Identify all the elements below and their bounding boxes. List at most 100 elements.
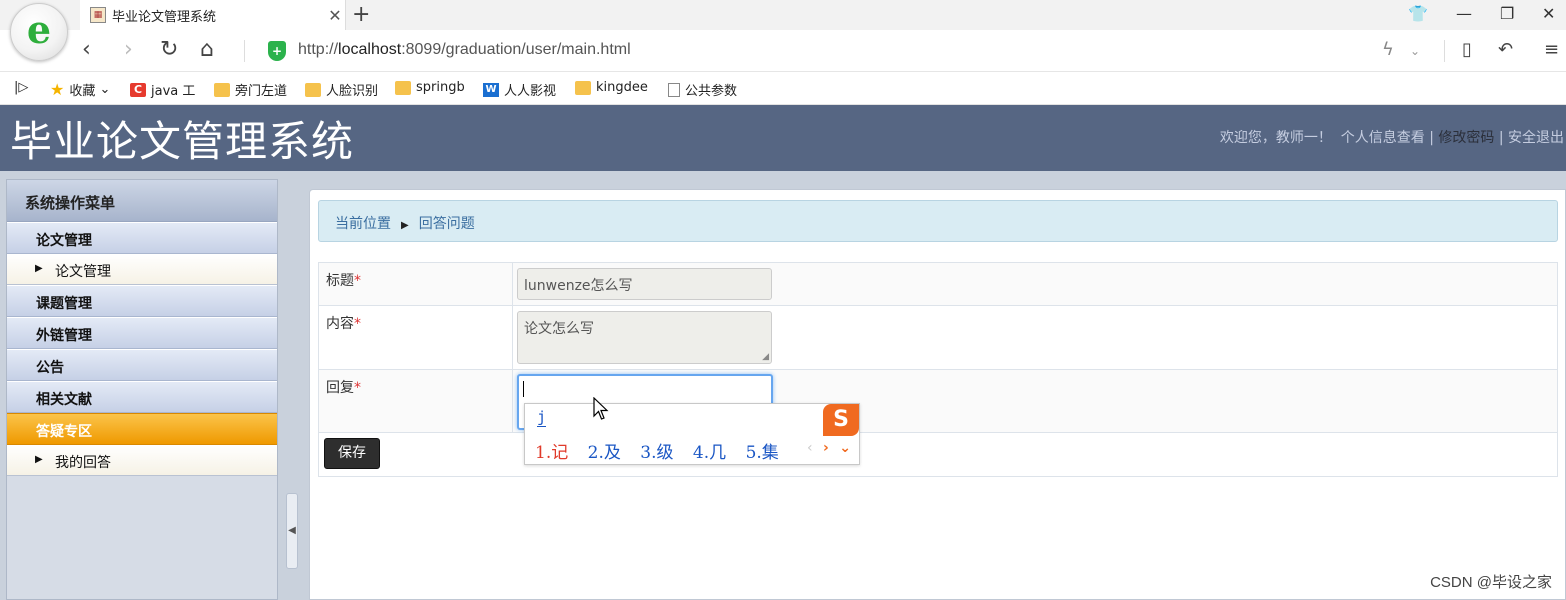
address-bar[interactable]: http://localhost:8099/graduation/user/ma… <box>298 41 631 59</box>
bookmark-renren[interactable]: W 人人影视 <box>483 80 556 99</box>
bookmark-java[interactable]: Cjava 工 <box>130 80 195 99</box>
browser-logo[interactable]: e <box>10 3 68 61</box>
caret-right-icon: ▶ <box>35 454 43 465</box>
save-button[interactable]: 保存 <box>324 438 380 469</box>
title-input[interactable]: lunwenze怎么写 <box>517 268 772 300</box>
sidebar: 系统操作菜单 论文管理 ▶ 论文管理 课题管理 外链管理 公告 相关文献 答疑专区… <box>6 179 278 600</box>
sidebar-group-literature[interactable]: 相关文献 <box>7 381 277 413</box>
link-separator: | <box>1429 130 1434 146</box>
content-text: 论文怎么写 <box>524 321 594 337</box>
ime-next-icon[interactable]: › <box>823 440 829 456</box>
title-label: 标题 <box>326 273 354 289</box>
menu-icon[interactable]: ≡ <box>1544 39 1559 60</box>
bookmark-label: 人脸识别 <box>326 84 379 99</box>
sidebar-group-qa[interactable]: 答疑专区 <box>7 413 277 445</box>
window-close-icon[interactable]: ✕ <box>1542 4 1555 23</box>
folder-icon <box>214 82 230 97</box>
bookmark-label: 旁门左道 <box>235 84 288 99</box>
content-label-cell: 内容* <box>318 305 513 370</box>
logout-link[interactable]: 安全退出 <box>1508 130 1564 146</box>
browser-tab[interactable]: ▦ 毕业论文管理系统 ✕ <box>80 0 346 30</box>
form-row-actions <box>318 432 1558 477</box>
caret-right-icon: ▶ <box>35 263 43 274</box>
link-separator: | <box>1498 130 1504 146</box>
reload-icon[interactable]: ↻ <box>160 38 178 62</box>
browser-navbar: ‹ › ↻ ⌂ + http://localhost:8099/graduati… <box>0 30 1566 72</box>
ime-candidate[interactable]: 5.集 <box>746 443 779 463</box>
sidebar-toggle-icon[interactable]: |▷ <box>14 80 28 95</box>
form-row-title: 标题* <box>318 262 1558 306</box>
required-mark: * <box>354 380 361 396</box>
tab-title: 毕业论文管理系统 <box>112 9 217 25</box>
breadcrumb-current[interactable]: 回答问题 <box>419 216 475 232</box>
bookmark-params[interactable]: 公共参数 <box>668 80 737 99</box>
ime-pager: ‹ › ⌄ <box>807 440 851 456</box>
sidebar-group-notice[interactable]: 公告 <box>7 349 277 381</box>
folder-icon <box>395 80 411 95</box>
breadcrumb: 当前位置 ▶ 回答问题 <box>318 200 1558 242</box>
nav-divider-right <box>1444 40 1445 62</box>
required-mark: * <box>354 316 361 332</box>
url-prefix: http:// <box>298 41 339 58</box>
change-password-link[interactable]: 修改密码 <box>1438 130 1494 146</box>
welcome-text: 欢迎您，教师一！ <box>1219 130 1332 146</box>
chevron-down-icon[interactable]: ⌄ <box>1410 44 1420 58</box>
reply-label: 回复 <box>326 380 354 396</box>
back-icon[interactable]: ‹ <box>82 38 91 62</box>
main-panel: 当前位置 ▶ 回答问题 标题* 内容* 回复* <box>309 189 1566 600</box>
undo-icon[interactable]: ↶ <box>1498 39 1513 60</box>
sidebar-group-topics[interactable]: 课题管理 <box>7 285 277 317</box>
home-icon[interactable]: ⌂ <box>200 38 214 62</box>
sidebar-group-thesis[interactable]: 论文管理 <box>7 222 277 254</box>
form-row-reply: 回复* <box>318 369 1558 433</box>
app-title: 毕业论文管理系统 <box>10 117 355 166</box>
bookmark-label: 公共参数 <box>685 84 738 99</box>
sogou-logo-icon[interactable]: S <box>823 404 859 436</box>
watermark: CSDN @毕设之家 <box>1430 574 1552 591</box>
text-caret <box>523 381 524 397</box>
bookmarks-bar: |▷ ★ 收藏 ⌄ Cjava 工 旁门左道 人脸识别 springb W 人人影视… <box>0 72 1566 105</box>
speed-icon[interactable]: ϟ <box>1382 39 1394 60</box>
breadcrumb-prefix[interactable]: 当前位置 <box>335 216 391 232</box>
new-tab-icon[interactable]: + <box>352 2 370 27</box>
skin-icon[interactable]: 👕 <box>1408 4 1428 23</box>
ime-candidate[interactable]: 1.记 <box>535 443 568 463</box>
bookmark-favorites[interactable]: ★ 收藏 ⌄ <box>50 80 110 99</box>
sidebar-group-links[interactable]: 外链管理 <box>7 317 277 349</box>
bookmark-pangmen[interactable]: 旁门左道 <box>214 80 287 99</box>
document-icon: ▦ <box>90 7 106 23</box>
bookmark-label: kingdee <box>596 80 648 95</box>
ime-prev-icon[interactable]: ‹ <box>807 440 813 456</box>
ime-candidate[interactable]: 2.及 <box>588 443 621 463</box>
ime-composition: j <box>537 408 547 427</box>
minimize-icon[interactable]: — <box>1456 4 1472 23</box>
forward-icon[interactable]: › <box>124 38 133 62</box>
restore-icon[interactable]: ❐ <box>1500 4 1514 23</box>
content-textarea[interactable]: 论文怎么写 ◢ <box>517 311 772 364</box>
collapse-sidebar-icon[interactable]: ◀ <box>286 493 298 569</box>
bookmark-springb[interactable]: springb <box>395 80 465 95</box>
ime-expand-icon[interactable]: ⌄ <box>839 440 851 456</box>
star-icon: ★ <box>50 80 65 99</box>
sidebar-item-my-answers[interactable]: ▶ 我的回答 <box>7 445 277 476</box>
bookmark-label: 人人影视 <box>504 84 557 99</box>
ime-candidate[interactable]: 3.级 <box>640 443 673 463</box>
resize-handle-icon[interactable]: ◢ <box>762 352 769 362</box>
bookmark-label: java 工 <box>151 84 196 99</box>
url-path: :8099/graduation/user/main.html <box>401 41 631 58</box>
w-icon: W <box>483 82 499 97</box>
ime-candidate[interactable]: 4.几 <box>693 443 726 463</box>
security-shield-icon[interactable]: + <box>268 41 286 61</box>
doc-icon <box>668 82 680 97</box>
close-icon[interactable]: ✕ <box>325 6 345 25</box>
url-host: localhost <box>338 41 402 58</box>
profile-link[interactable]: 个人信息查看 <box>1341 130 1425 146</box>
ime-candidate-popup: j S 1.记 2.及 3.级 4.几 5.集 ‹ › ⌄ <box>524 403 860 465</box>
nav-divider <box>244 40 245 62</box>
mobile-icon[interactable]: ▯ <box>1462 39 1472 60</box>
title-label-cell: 标题* <box>318 262 513 306</box>
bookmark-face[interactable]: 人脸识别 <box>305 80 378 99</box>
bookmark-kingdee[interactable]: kingdee <box>575 80 648 95</box>
folder-icon <box>305 82 321 97</box>
sidebar-item-thesis[interactable]: ▶ 论文管理 <box>7 254 277 285</box>
